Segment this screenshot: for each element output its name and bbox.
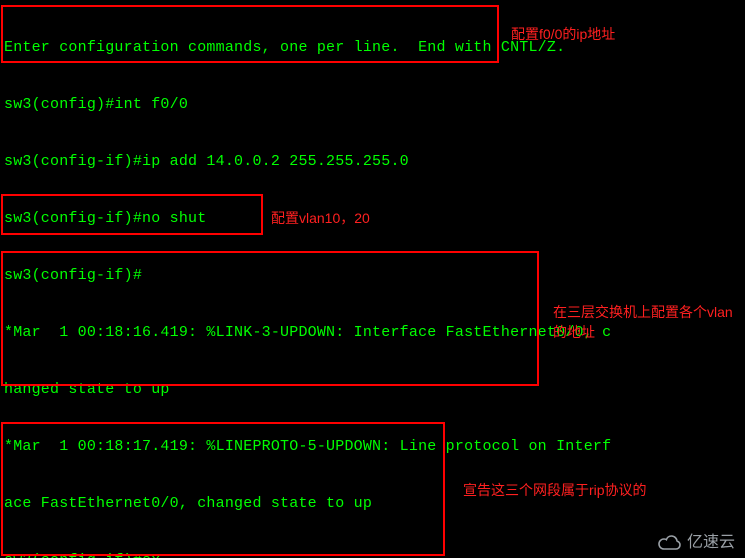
terminal-line: sw3(config-if)# — [4, 266, 745, 285]
annotation-rip-networks: 宣告这三个网段属于rip协议的 — [463, 480, 723, 500]
watermark: 亿速云 — [657, 533, 735, 552]
terminal-line: hanged state to up — [4, 380, 745, 399]
terminal-line: sw3(config-if)#ex — [4, 551, 745, 558]
terminal-line: sw3(config)#int f0/0 — [4, 95, 745, 114]
annotation-vlan-create: 配置vlan10，20 — [271, 208, 471, 228]
watermark-text: 亿速云 — [687, 533, 735, 552]
terminal-line: sw3(config-if)#ip add 14.0.0.2 255.255.2… — [4, 152, 745, 171]
cloud-icon — [657, 534, 683, 552]
terminal-line: *Mar 1 00:18:17.419: %LINEPROTO-5-UPDOWN… — [4, 437, 745, 456]
terminal-output: Enter configuration commands, one per li… — [0, 0, 745, 558]
annotation-interface-ip: 配置f0/0的ip地址 — [511, 24, 711, 44]
annotation-vlan-ip: 在三层交换机上配置各个vlan的地址 — [553, 302, 741, 342]
